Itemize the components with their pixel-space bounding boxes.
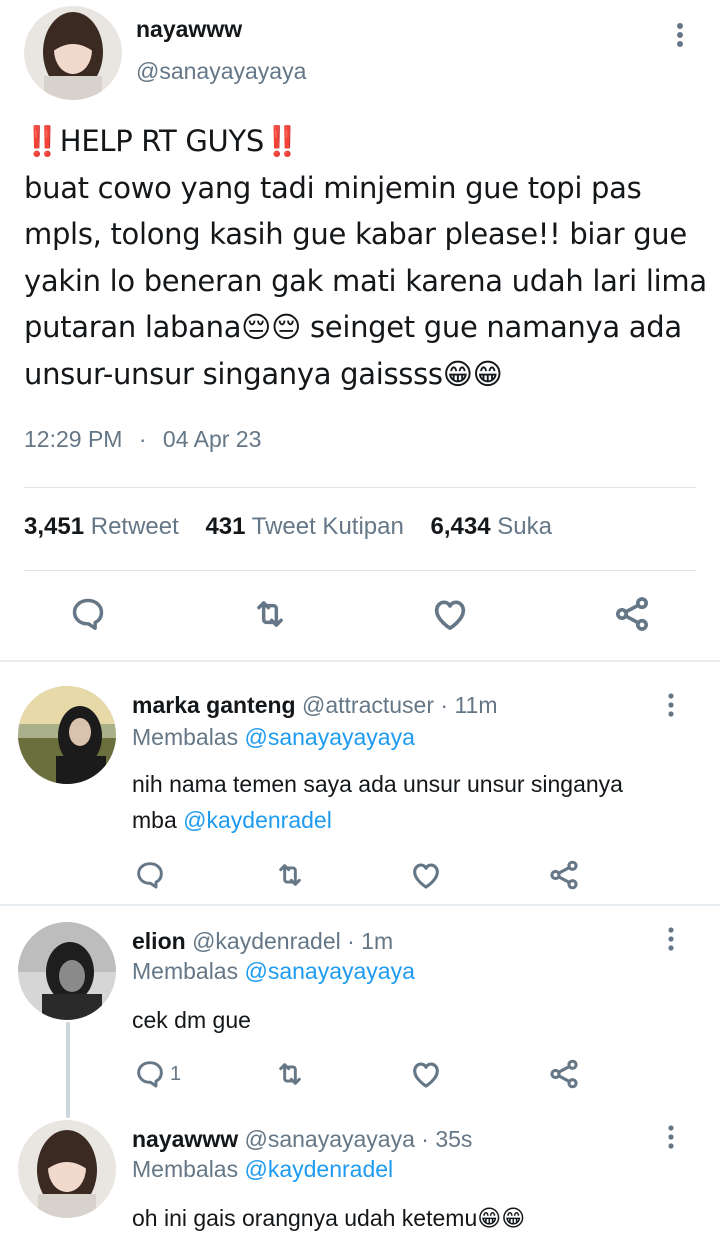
reply-author-handle[interactable]: @attractuser — [302, 692, 434, 718]
reply-icon[interactable] — [66, 592, 110, 636]
tweet-text-line: ‼️HELP RT GUYS‼️ — [24, 124, 300, 158]
tweet-time: 12:29 PM — [24, 426, 123, 452]
share-icon[interactable] — [542, 1052, 586, 1096]
reply-age: · 35s — [421, 1126, 473, 1152]
heart-icon[interactable] — [404, 853, 448, 897]
retweet-stat[interactable]: 3,451 Retweet — [24, 513, 179, 540]
reply-age: · 1m — [347, 928, 394, 954]
reply-author-handle[interactable]: @kaydenradel — [192, 928, 341, 954]
avatar[interactable] — [18, 1120, 116, 1218]
avatar[interactable] — [18, 686, 116, 784]
mention-link[interactable]: @kaydenradel — [245, 1156, 394, 1182]
replying-to: Membalas @sanayayayaya — [132, 724, 415, 750]
reply-icon[interactable]: 1 — [128, 1052, 208, 1096]
heart-icon[interactable] — [404, 1052, 448, 1096]
tweet-timestamp: 12:29 PM · 04 Apr 23 — [24, 426, 261, 453]
heart-icon[interactable] — [428, 592, 472, 636]
retweet-icon[interactable] — [268, 1052, 312, 1096]
reply-header: elion @kaydenradel · 1m — [132, 928, 393, 955]
share-icon[interactable] — [610, 592, 654, 636]
reply-author-name[interactable]: marka ganteng — [132, 692, 296, 718]
share-icon[interactable] — [542, 853, 586, 897]
more-vertical-icon[interactable] — [660, 1122, 682, 1159]
retweet-icon[interactable] — [248, 592, 292, 636]
tweet-text-line: putaran labana😔😔 seinget gue namanya ada — [24, 310, 682, 344]
like-stat[interactable]: 6,434 Suka — [431, 513, 552, 540]
reply-icon[interactable] — [128, 853, 172, 897]
divider — [0, 660, 720, 662]
replying-to: Membalas @kaydenradel — [132, 1156, 394, 1182]
reply-text: cek dm gue — [132, 1007, 251, 1033]
reply-text: nih nama temen saya ada unsur unsur sing… — [132, 771, 623, 833]
reply-header: nayawww @sanayayayaya · 35s — [132, 1126, 472, 1153]
mention-link[interactable]: @kaydenradel — [183, 807, 332, 833]
quote-stat[interactable]: 431 Tweet Kutipan — [205, 513, 403, 540]
reply-author-handle[interactable]: @sanayayayaya — [245, 1126, 415, 1152]
mention-link[interactable]: @sanayayayaya — [245, 724, 415, 750]
more-vertical-icon[interactable] — [660, 924, 682, 961]
reply-header: marka ganteng @attractuser · 11m — [132, 692, 498, 719]
reply-text: oh ini gais orangnya udah ketemu😁😁 — [132, 1205, 526, 1231]
reply-author-name[interactable]: elion — [132, 928, 186, 954]
tweet-date: 04 Apr 23 — [162, 426, 262, 452]
reply-age: · 11m — [440, 692, 498, 718]
divider — [24, 487, 696, 488]
author-name[interactable]: nayawww — [136, 16, 242, 43]
divider — [0, 904, 720, 906]
tweet-stats: 3,451 Retweet 431 Tweet Kutipan 6,434 Su… — [24, 513, 552, 541]
meta-separator: · — [138, 426, 147, 452]
author-handle[interactable]: @sanayayayaya — [136, 58, 306, 85]
mention-link[interactable]: @sanayayayaya — [245, 958, 415, 984]
tweet-text-line: unsur-unsur singanya gaissss😁😁 — [24, 356, 503, 391]
replying-to: Membalas @sanayayayaya — [132, 958, 415, 984]
retweet-icon[interactable] — [268, 853, 312, 897]
divider — [24, 570, 696, 571]
reply-author-name[interactable]: nayawww — [132, 1126, 238, 1152]
tweet-text-line: mpls, tolong kasih gue kabar please!! bi… — [24, 217, 687, 251]
reply-count: 1 — [170, 1062, 182, 1085]
tweet-text-line: yakin lo beneran gak mati karena udah la… — [24, 263, 707, 298]
more-vertical-icon[interactable] — [664, 18, 696, 50]
avatar[interactable] — [18, 922, 116, 1020]
more-vertical-icon[interactable] — [660, 690, 682, 727]
tweet-text-line: buat cowo yang tadi minjemin gue topi pa… — [24, 170, 642, 205]
tweet-text: ‼️HELP RT GUYS‼️ buat cowo yang tadi min… — [24, 118, 707, 397]
thread-line — [66, 1022, 70, 1118]
avatar[interactable] — [24, 6, 122, 100]
